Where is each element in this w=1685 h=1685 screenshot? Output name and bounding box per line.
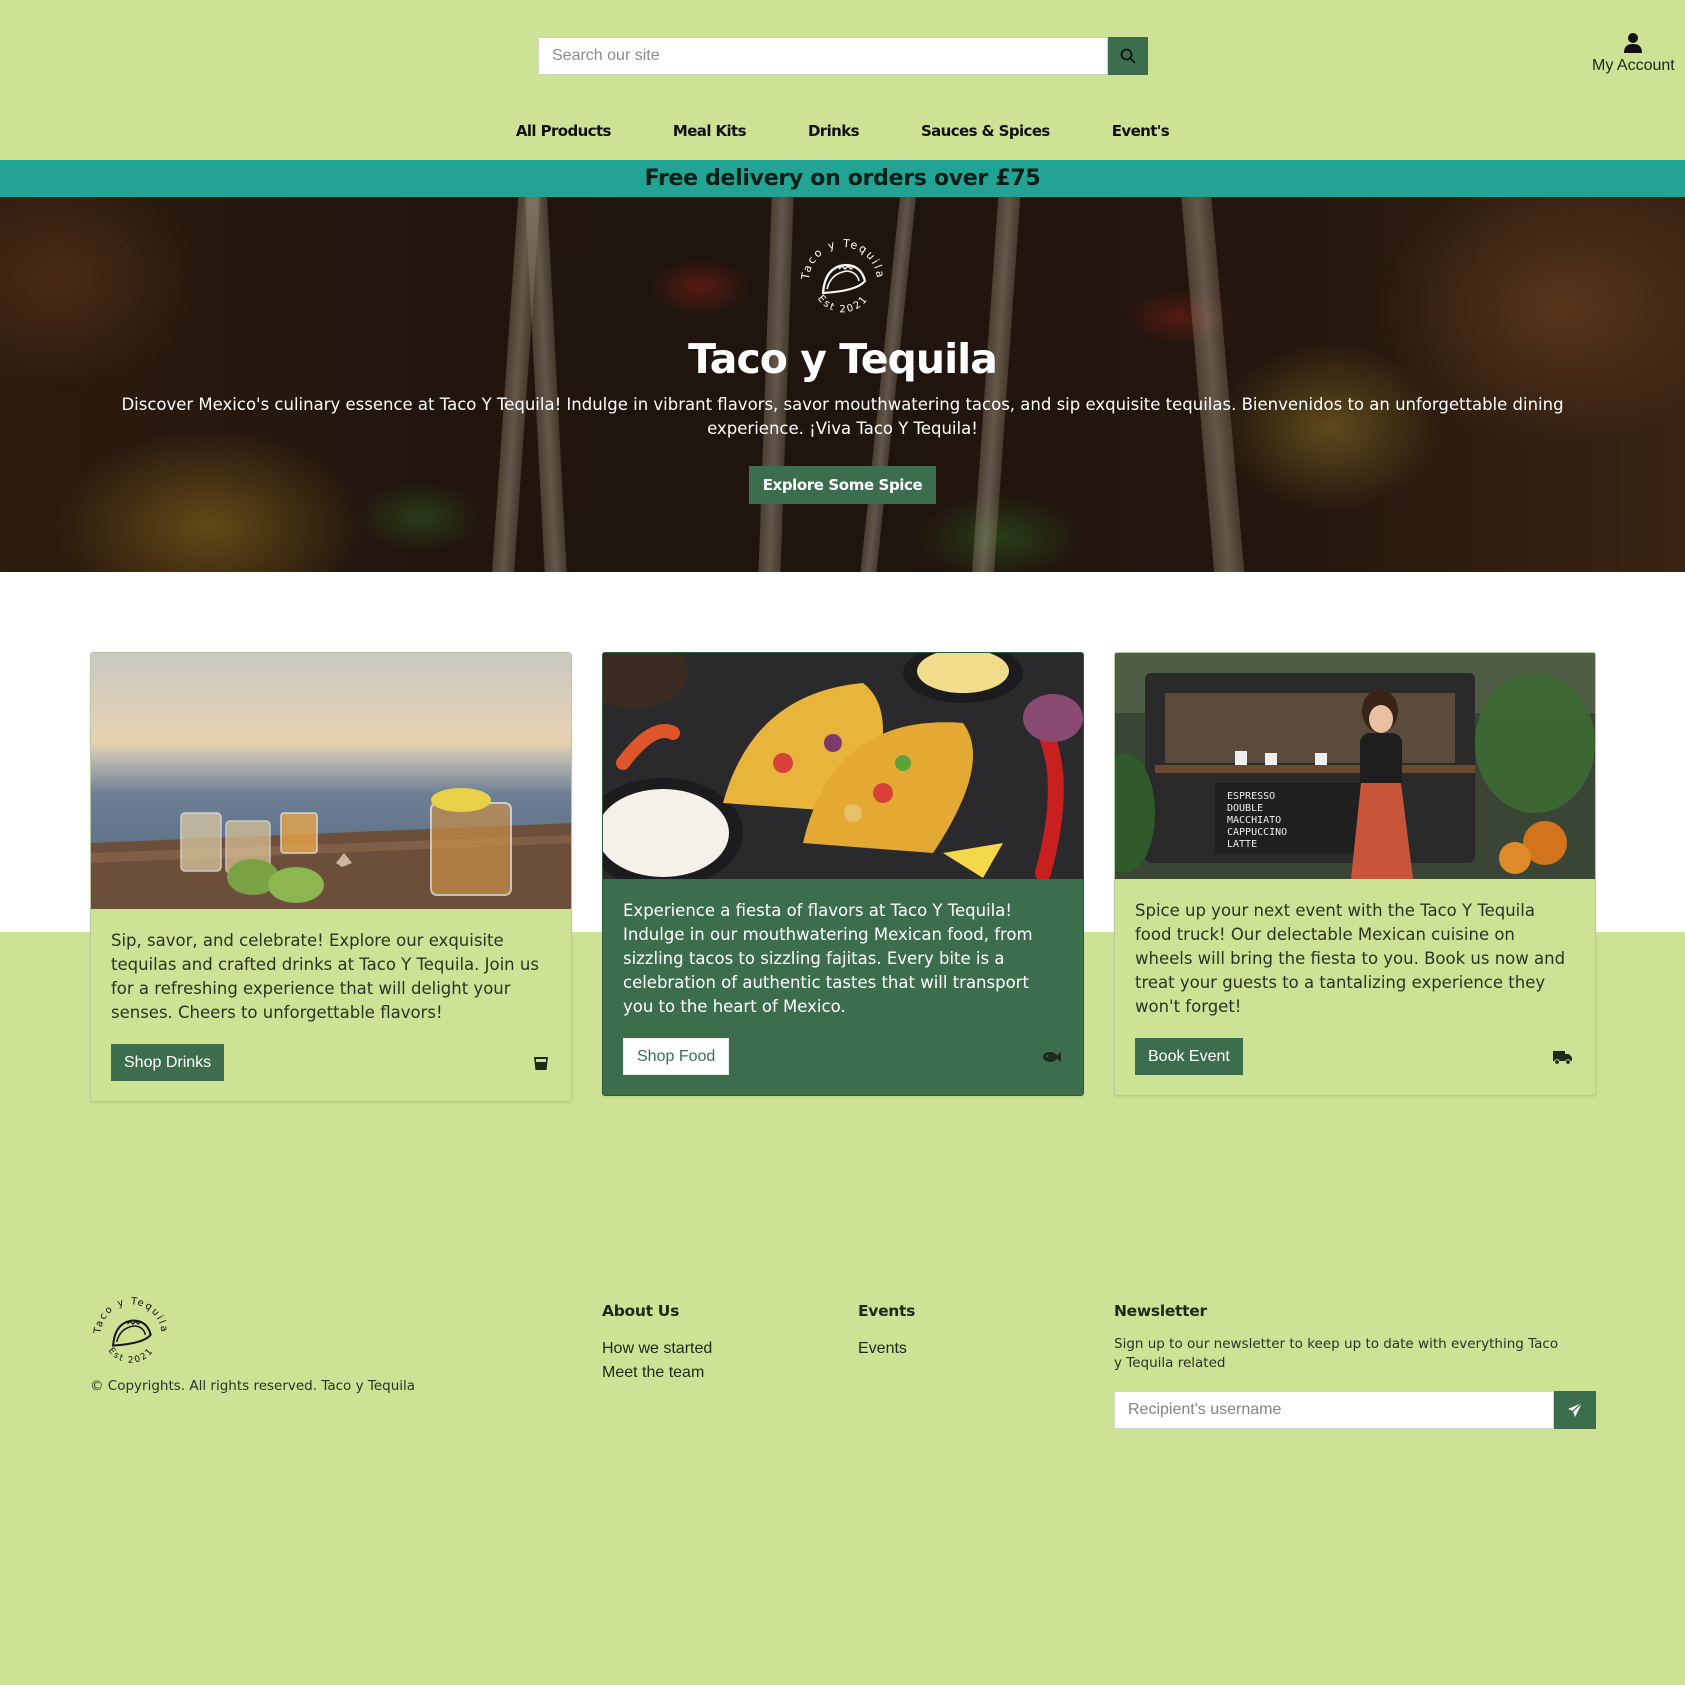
search-button[interactable]: [1108, 37, 1148, 75]
newsletter-submit-button[interactable]: [1554, 1391, 1596, 1429]
send-icon: [1568, 1402, 1583, 1417]
events-heading: Events: [858, 1302, 916, 1320]
fish-icon: [1043, 1051, 1061, 1062]
newsletter-form: [1114, 1391, 1596, 1429]
nav-drinks[interactable]: Drinks: [777, 118, 890, 144]
search-bar: [538, 37, 1148, 75]
events-card: ESPRESSO DOUBLE MACCHIATO CAPPUCCINO LAT…: [1114, 652, 1596, 1096]
how-we-started-link[interactable]: How we started: [602, 1337, 712, 1361]
user-icon: [1624, 33, 1643, 53]
footer-newsletter-column: Newsletter Sign up to our newsletter to …: [1114, 1302, 1596, 1429]
svg-text:Est 2021: Est 2021: [106, 1346, 156, 1366]
footer-logo: Taco y Tequila Est 2021: [92, 1296, 169, 1366]
newsletter-description: Sign up to our newsletter to keep up to …: [1114, 1336, 1559, 1371]
hero-description: Discover Mexico's culinary essence at Ta…: [121, 395, 1564, 438]
svg-text:Taco y Tequila: Taco y Tequila: [798, 237, 886, 282]
hero-section: Taco y Tequila Est 2021 Taco y Tequila D…: [0, 197, 1685, 572]
newsletter-heading: Newsletter: [1114, 1302, 1207, 1320]
chalkboard-line-1: ESPRESSO: [1227, 791, 1275, 802]
explore-button[interactable]: Explore Some Spice: [748, 466, 937, 504]
truck-icon: [1553, 1050, 1572, 1065]
footer-about-column: About Us How we started Meet the team: [602, 1302, 712, 1385]
events-card-text: Spice up your next event with the Taco Y…: [1135, 901, 1566, 1016]
taco-logo: Taco y Tequila Est 2021: [798, 237, 886, 316]
hero-title: Taco y Tequila: [688, 335, 998, 383]
shop-food-button[interactable]: Shop Food: [623, 1038, 730, 1075]
svg-text:Est 2021: Est 2021: [815, 293, 871, 315]
events-link[interactable]: Events: [858, 1337, 915, 1361]
events-card-image: ESPRESSO DOUBLE MACCHIATO CAPPUCCINO LAT…: [1115, 653, 1595, 879]
food-card-text: Experience a fiesta of flavors at Taco Y…: [623, 901, 1033, 1016]
search-input[interactable]: [538, 37, 1108, 75]
food-card-image: [603, 653, 1083, 879]
nav-events[interactable]: Event's: [1081, 118, 1200, 144]
nav-all-products[interactable]: All Products: [485, 118, 642, 144]
delivery-banner: Free delivery on orders over £75: [0, 160, 1685, 197]
drinks-card: Sip, savor, and celebrate! Explore our e…: [90, 652, 572, 1102]
meet-the-team-link[interactable]: Meet the team: [602, 1361, 712, 1385]
shop-drinks-button[interactable]: Shop Drinks: [111, 1044, 225, 1081]
svg-text:Taco y Tequila: Taco y Tequila: [92, 1296, 169, 1335]
chalkboard-line-2: DOUBLE: [1227, 803, 1263, 814]
newsletter-input[interactable]: [1114, 1391, 1554, 1429]
chalkboard-line-3: MACCHIATO: [1227, 815, 1281, 826]
chalkboard-line-5: LATTE: [1227, 839, 1257, 850]
food-card: Experience a fiesta of flavors at Taco Y…: [602, 652, 1084, 1096]
footer-events-column: Events Events: [858, 1302, 915, 1361]
glass-icon: [534, 1056, 548, 1070]
account-label: My Account: [1592, 57, 1675, 74]
drinks-card-image: [91, 653, 571, 909]
my-account-link[interactable]: My Account: [1592, 32, 1675, 75]
chalkboard-line-4: CAPPUCCINO: [1227, 827, 1287, 838]
search-icon: [1120, 48, 1136, 64]
drinks-card-text: Sip, savor, and celebrate! Explore our e…: [111, 931, 539, 1022]
about-heading: About Us: [602, 1302, 679, 1320]
nav-sauces-spices[interactable]: Sauces & Spices: [890, 118, 1081, 144]
copyright-text: © Copyrights. All rights reserved. Taco …: [90, 1378, 416, 1394]
main-nav: All Products Meal Kits Drinks Sauces & S…: [0, 118, 1685, 144]
site-header: My Account All Products Meal Kits Drinks…: [0, 0, 1685, 160]
nav-meal-kits[interactable]: Meal Kits: [642, 118, 777, 144]
book-event-button[interactable]: Book Event: [1135, 1038, 1243, 1075]
delivery-banner-text: Free delivery on orders over £75: [644, 166, 1041, 191]
